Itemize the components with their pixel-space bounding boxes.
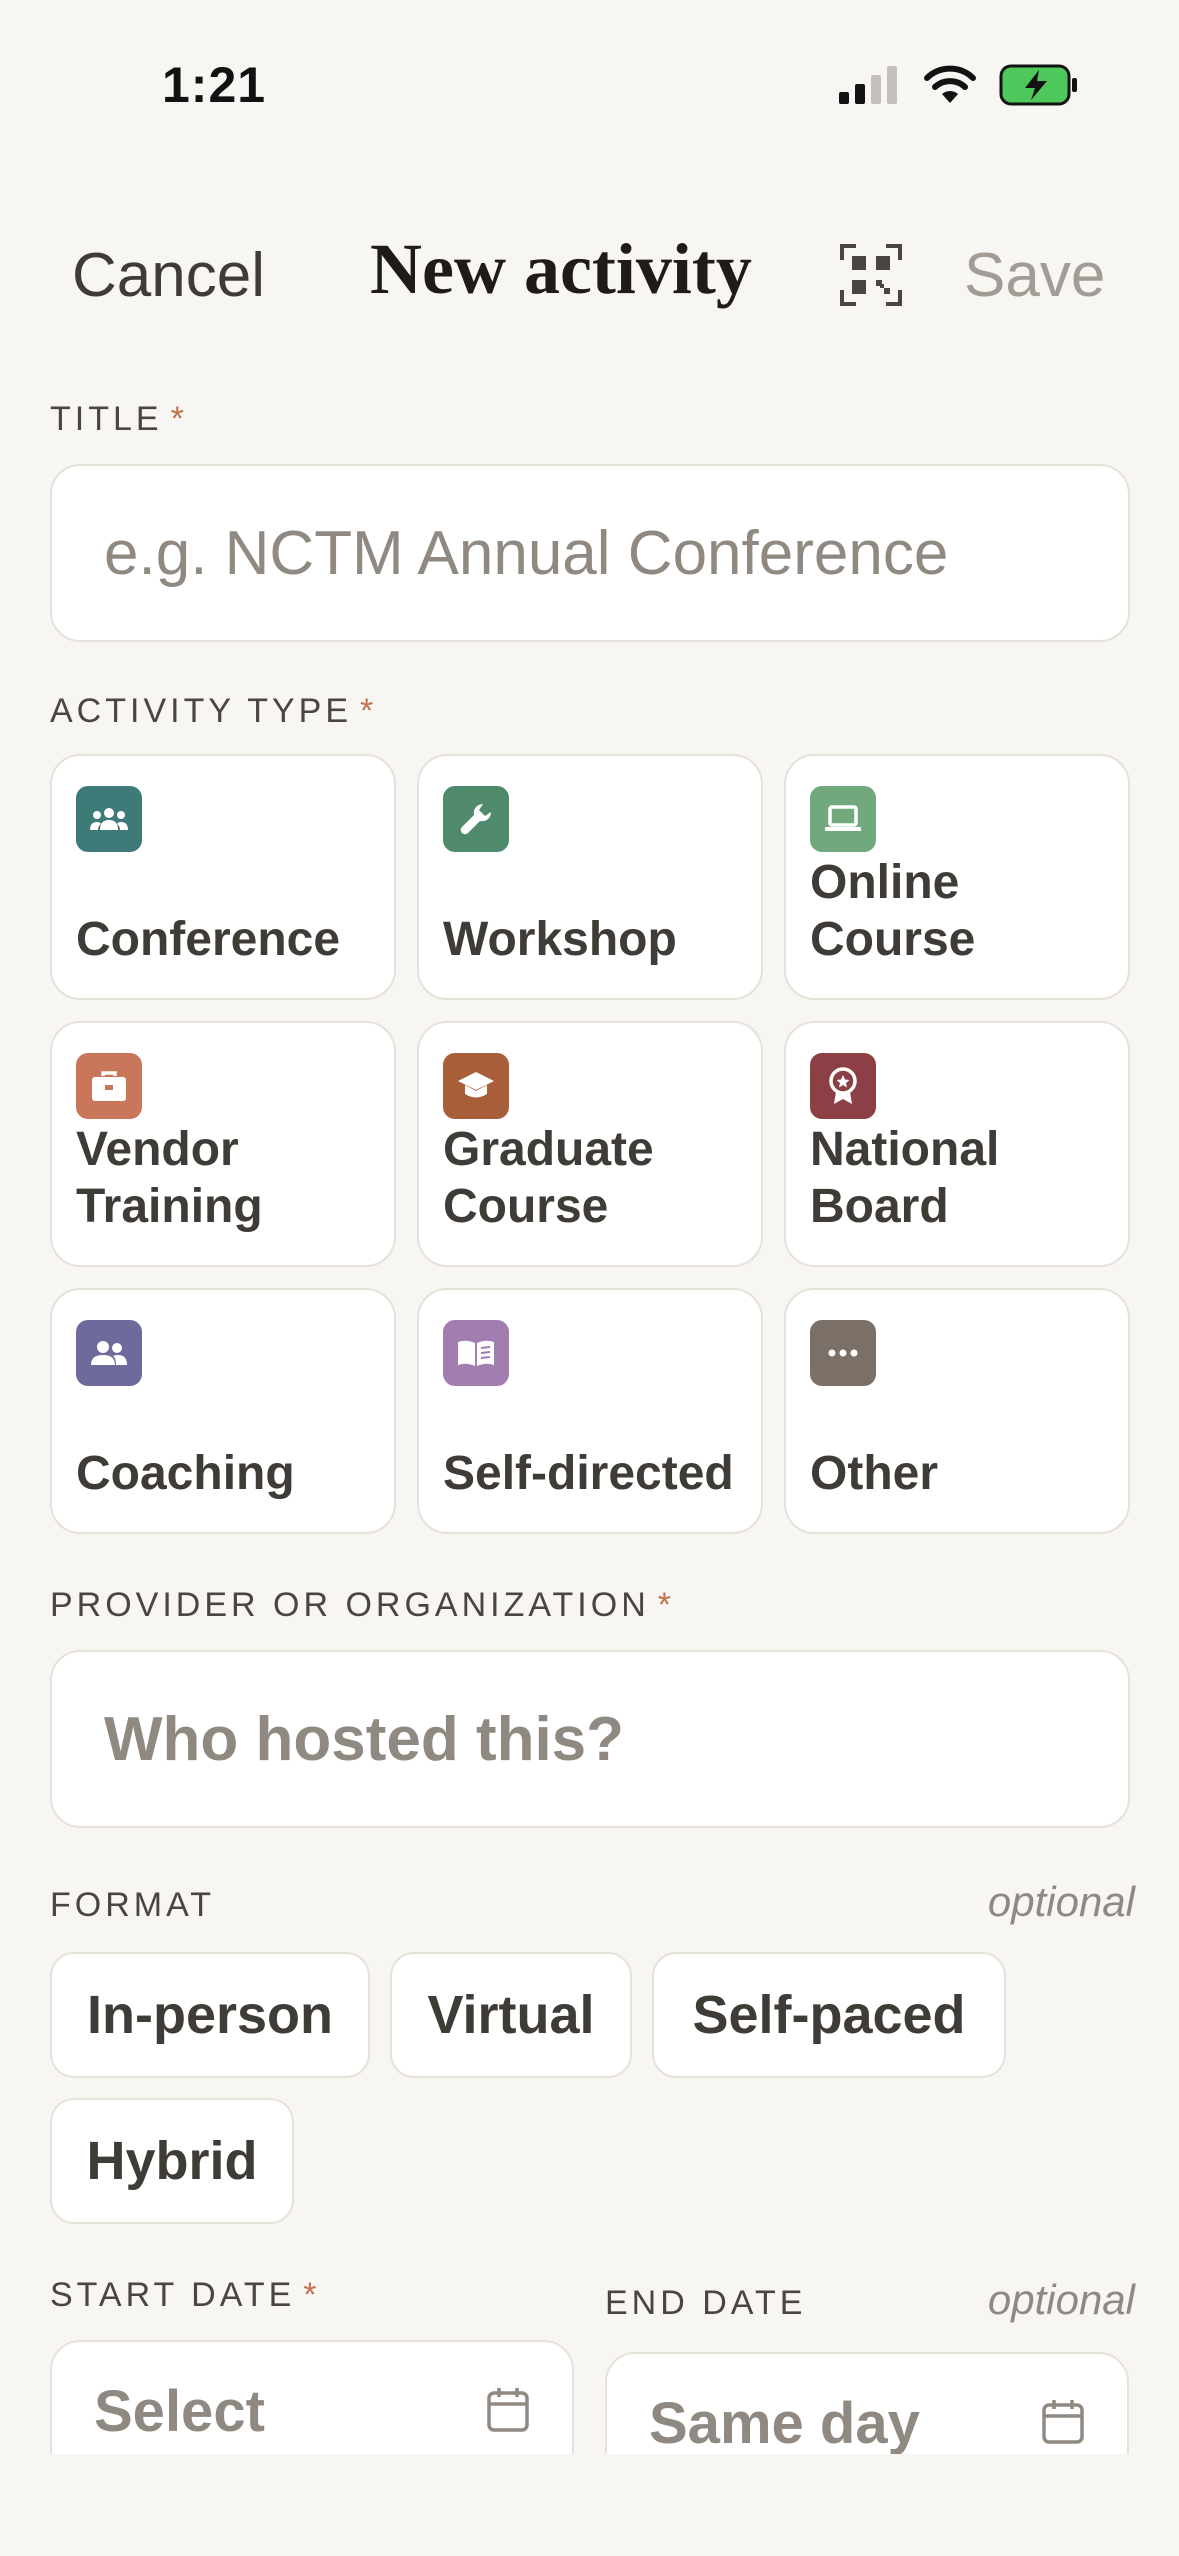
required-marker: * (303, 2276, 321, 2314)
calendar-icon (1042, 2400, 1084, 2444)
activity-type-self-directed[interactable]: Self-directed (417, 1288, 763, 1534)
laptop-icon (810, 786, 876, 852)
type-label: Conference (76, 913, 341, 966)
cellular-signal-icon (839, 66, 897, 104)
format-label: FORMAT (50, 1886, 216, 1924)
navigation-bar: Cancel New activity Save (0, 210, 1179, 340)
type-label: Graduate Course (443, 1123, 654, 1233)
page-title: New activity (370, 229, 752, 309)
activity-type-national-board[interactable]: National Board (784, 1021, 1130, 1267)
title-label-text: TITLE (50, 400, 163, 438)
status-bar: 1:21 (0, 0, 1179, 150)
activity-type-other[interactable]: Other (784, 1288, 1130, 1534)
activity-type-label: ACTIVITY TYPE * (50, 692, 377, 731)
type-label: National Board (810, 1123, 1000, 1233)
type-label: Self-directed (443, 1447, 734, 1500)
calendar-icon (487, 2388, 529, 2432)
type-label: Coaching (76, 1447, 295, 1500)
format-optional-hint: optional (987, 1878, 1135, 1925)
required-marker: * (170, 400, 188, 438)
type-label: Online Course (810, 856, 976, 966)
wrench-icon (443, 786, 509, 852)
end-date-optional-hint: optional (987, 2276, 1135, 2323)
qr-code-scan-icon[interactable] (840, 244, 902, 306)
format-option-in-person[interactable]: In-person (50, 1952, 370, 2078)
start-date-value: Select (94, 2379, 265, 2444)
format-option-virtual[interactable]: Virtual (390, 1952, 632, 2078)
battery-charging-icon (999, 64, 1077, 106)
activity-type-vendor-training[interactable]: Vendor Training (50, 1021, 396, 1267)
type-label: Other (810, 1447, 939, 1500)
bottom-safe-area (0, 2454, 1179, 2556)
status-time: 1:21 (162, 57, 267, 113)
activity-type-graduate-course[interactable]: Graduate Course (417, 1021, 763, 1267)
provider-input[interactable]: Who hosted this? (50, 1650, 1130, 1828)
type-label: Workshop (443, 913, 677, 966)
book-icon (443, 1320, 509, 1386)
briefcase-icon (76, 1053, 142, 1119)
type-label: Vendor Training (76, 1123, 263, 1233)
activity-type-label-text: ACTIVITY TYPE (50, 692, 353, 730)
title-input[interactable]: e.g. NCTM Annual Conference (50, 464, 1130, 642)
start-date-label: START DATE * (50, 2276, 321, 2315)
provider-label-text: PROVIDER OR ORGANIZATION (50, 1586, 650, 1624)
activity-type-coaching[interactable]: Coaching (50, 1288, 396, 1534)
wifi-icon (924, 65, 976, 103)
people-icon (76, 1320, 142, 1386)
activity-type-online-course[interactable]: Online Course (784, 754, 1130, 1000)
format-option-self-paced[interactable]: Self-paced (652, 1952, 1006, 2078)
graduation-cap-icon (443, 1053, 509, 1119)
award-badge-icon (810, 1053, 876, 1119)
title-label: TITLE * (50, 400, 188, 439)
required-marker: * (360, 692, 378, 730)
activity-type-conference[interactable]: Conference (50, 754, 396, 1000)
cancel-button[interactable]: Cancel (72, 240, 265, 311)
provider-label: PROVIDER OR ORGANIZATION * (50, 1586, 675, 1625)
end-date-value: Same day (649, 2391, 920, 2456)
activity-type-workshop[interactable]: Workshop (417, 754, 763, 1000)
start-date-label-text: START DATE (50, 2276, 296, 2314)
more-dots-icon (810, 1320, 876, 1386)
required-marker: * (657, 1586, 675, 1624)
group-icon (76, 786, 142, 852)
end-date-label: END DATE (605, 2284, 807, 2322)
format-option-hybrid[interactable]: Hybrid (50, 2098, 294, 2224)
status-icons (839, 64, 1079, 106)
save-button[interactable]: Save (964, 240, 1105, 311)
